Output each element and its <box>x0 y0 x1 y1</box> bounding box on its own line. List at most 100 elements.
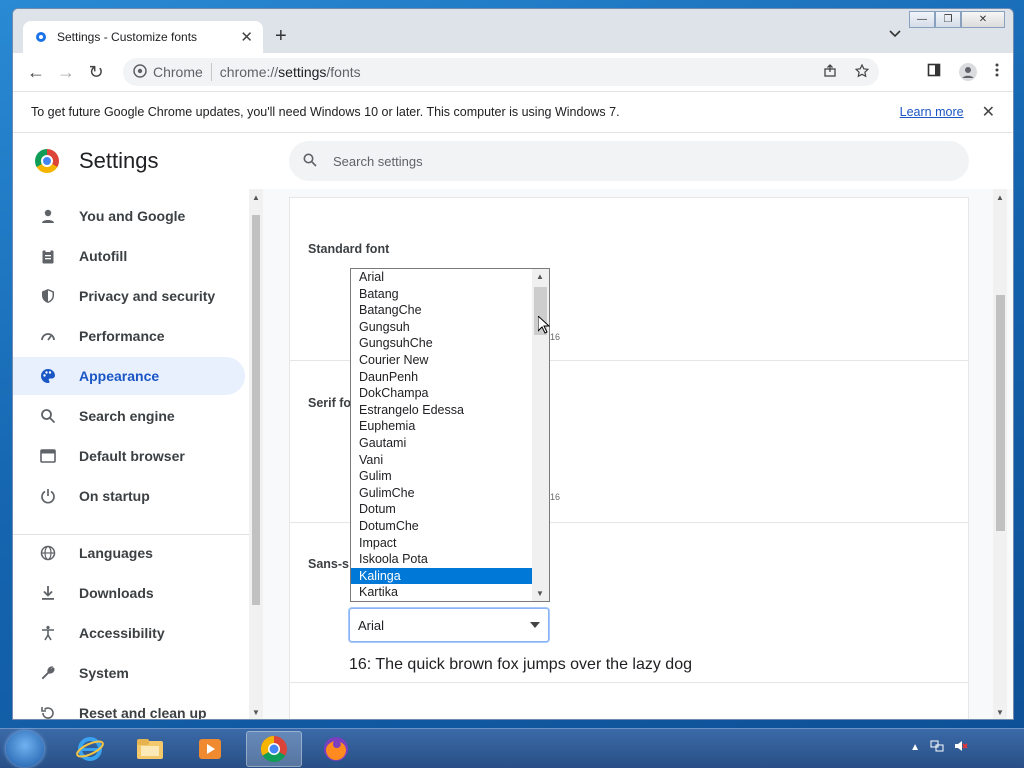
serif-font-label: Serif fo <box>308 396 352 410</box>
font-option[interactable]: Impact <box>351 535 533 552</box>
font-option[interactable]: Arial <box>351 269 533 286</box>
accessibility-icon <box>39 624 57 642</box>
font-option[interactable]: Kalinga <box>351 567 533 585</box>
sidebar-item-label: Default browser <box>79 448 185 464</box>
sidebar-item-performance[interactable]: Performance <box>13 317 245 355</box>
sidebar-scroll-down-icon[interactable]: ▼ <box>252 708 260 717</box>
infobar-close-icon[interactable]: ✕ <box>982 102 995 122</box>
close-tab-icon[interactable]: ✕ <box>240 28 253 46</box>
font-option[interactable]: Iskoola Pota <box>351 551 533 568</box>
serif-font-size-tick: 16 <box>550 492 561 502</box>
close-window-button[interactable]: ✕ <box>961 11 1005 28</box>
menu-kebab-icon[interactable] <box>995 63 999 84</box>
sidebar-item-appearance[interactable]: Appearance <box>13 357 245 395</box>
omnibox-separator <box>210 63 212 81</box>
media-player-icon[interactable] <box>182 731 238 767</box>
font-option[interactable]: Gautami <box>351 435 533 452</box>
sans-serif-font-select[interactable]: Arial <box>349 608 549 642</box>
file-explorer-icon[interactable] <box>122 731 178 767</box>
minimize-button[interactable]: — <box>909 11 935 28</box>
site-label: Chrome <box>153 64 203 80</box>
font-option[interactable]: Euphemia <box>351 418 533 435</box>
url-scheme: chrome:// <box>219 64 279 80</box>
sidebar-scroll-thumb[interactable] <box>252 215 260 605</box>
font-option[interactable]: Gulim <box>351 468 533 485</box>
font-option[interactable]: Gungsuh <box>351 319 533 336</box>
download-icon <box>39 584 57 602</box>
font-option[interactable]: Batang <box>351 286 533 303</box>
globe-icon <box>39 544 57 562</box>
standard-font-label: Standard font <box>308 242 390 256</box>
font-options: Arial Batang BatangChe Gungsuh GungsuhChe Cou… <box>351 269 549 601</box>
network-icon[interactable] <box>930 739 944 756</box>
sidebar-item-downloads[interactable]: Downloads <box>13 574 245 612</box>
firefox-icon[interactable] <box>308 731 364 767</box>
sidebar-item-languages[interactable]: Languages <box>13 534 245 572</box>
back-button[interactable]: ← <box>21 62 51 83</box>
sidebar-item-you-and-google[interactable]: You and Google <box>13 197 245 235</box>
clipboard-icon <box>39 247 57 265</box>
sidebar-item-privacy-and-security[interactable]: Privacy and security <box>13 277 245 315</box>
chrome-taskbar-icon[interactable] <box>246 731 302 767</box>
sidebar-item-on-startup[interactable]: On startup <box>13 477 245 515</box>
side-panel-icon[interactable] <box>927 63 941 84</box>
caret-down-icon <box>530 620 540 631</box>
sidebar-scrollbar[interactable]: ▲ ▼ <box>249 189 263 719</box>
font-option[interactable]: GungsuhChe <box>351 335 533 352</box>
search-placeholder: Search settings <box>333 153 423 169</box>
font-option[interactable]: DotumChe <box>351 518 533 535</box>
sidebar-item-search-engine[interactable]: Search engine <box>13 397 245 435</box>
font-option[interactable]: DokChampa <box>351 385 533 402</box>
font-list-scroll-up-icon[interactable]: ▲ <box>536 272 544 281</box>
url-path: /fonts <box>326 64 361 80</box>
standard-font-size-tick: 16 <box>550 332 561 342</box>
power-icon <box>39 487 57 505</box>
row-divider <box>290 682 968 683</box>
main-scroll-down-icon[interactable]: ▼ <box>996 708 1004 717</box>
sidebar-item-default-browser[interactable]: Default browser <box>13 437 245 475</box>
sidebar-item-label: You and Google <box>79 208 186 224</box>
main-scroll-thumb[interactable] <box>996 295 1005 531</box>
sidebar-item-system[interactable]: System <box>13 654 245 692</box>
search-settings-input[interactable]: Search settings <box>289 141 969 181</box>
font-list-scroll-down-icon[interactable]: ▼ <box>536 589 544 598</box>
sidebar-item-reset-and-clean-up[interactable]: Reset and clean up <box>13 694 245 719</box>
bookmark-star-icon[interactable] <box>854 63 870 81</box>
tab-search-chevron-icon[interactable] <box>889 27 901 41</box>
font-option[interactable]: Estrangelo Edessa <box>351 402 533 419</box>
reload-button[interactable]: ↻ <box>81 62 111 83</box>
tab-strip: Settings - Customize fonts ✕ + — ❐ ✕ <box>13 9 1013 53</box>
new-tab-button[interactable]: + <box>275 25 287 48</box>
font-options-list[interactable]: Arial Batang BatangChe Gungsuh GungsuhChe Cou… <box>350 268 550 602</box>
sidebar-item-autofill[interactable]: Autofill <box>13 237 245 275</box>
forward-button[interactable]: → <box>51 62 81 83</box>
main-scroll-up-icon[interactable]: ▲ <box>996 193 1004 202</box>
address-bar[interactable]: Chrome chrome://settings/fonts <box>123 58 879 86</box>
sans-serif-font-label: Sans-s <box>308 557 349 571</box>
main-scrollbar[interactable]: ▲ ▼ <box>993 189 1007 719</box>
font-option[interactable]: GulimChe <box>351 485 533 502</box>
share-icon[interactable] <box>823 63 837 81</box>
learn-more-link[interactable]: Learn more <box>900 105 964 119</box>
profile-avatar-icon[interactable] <box>959 63 977 84</box>
volume-muted-icon[interactable] <box>954 739 968 756</box>
font-sample-text: 16: The quick brown fox jumps over the l… <box>349 656 692 673</box>
font-option[interactable]: DaunPenh <box>351 369 533 386</box>
settings-header: Settings Search settings <box>13 133 1013 189</box>
internet-explorer-icon[interactable] <box>62 731 118 767</box>
tab-settings[interactable]: Settings - Customize fonts ✕ <box>23 21 263 53</box>
sidebar-scroll-up-icon[interactable]: ▲ <box>252 193 260 202</box>
tray-expand-icon[interactable]: ▲ <box>910 742 920 753</box>
font-option[interactable]: Dotum <box>351 501 533 518</box>
tab-title: Settings - Customize fonts <box>57 30 198 44</box>
font-option[interactable]: Kartika <box>351 584 533 601</box>
toolbar-right-actions <box>927 63 999 84</box>
font-option[interactable]: Vani <box>351 452 533 469</box>
clock-icon[interactable] <box>978 737 1014 757</box>
font-option[interactable]: Courier New <box>351 352 533 369</box>
sidebar-item-accessibility[interactable]: Accessibility <box>13 614 245 652</box>
restore-button[interactable]: ❐ <box>935 11 961 28</box>
font-option[interactable]: BatangChe <box>351 302 533 319</box>
wrench-icon <box>39 664 57 682</box>
start-button[interactable] <box>6 731 44 767</box>
